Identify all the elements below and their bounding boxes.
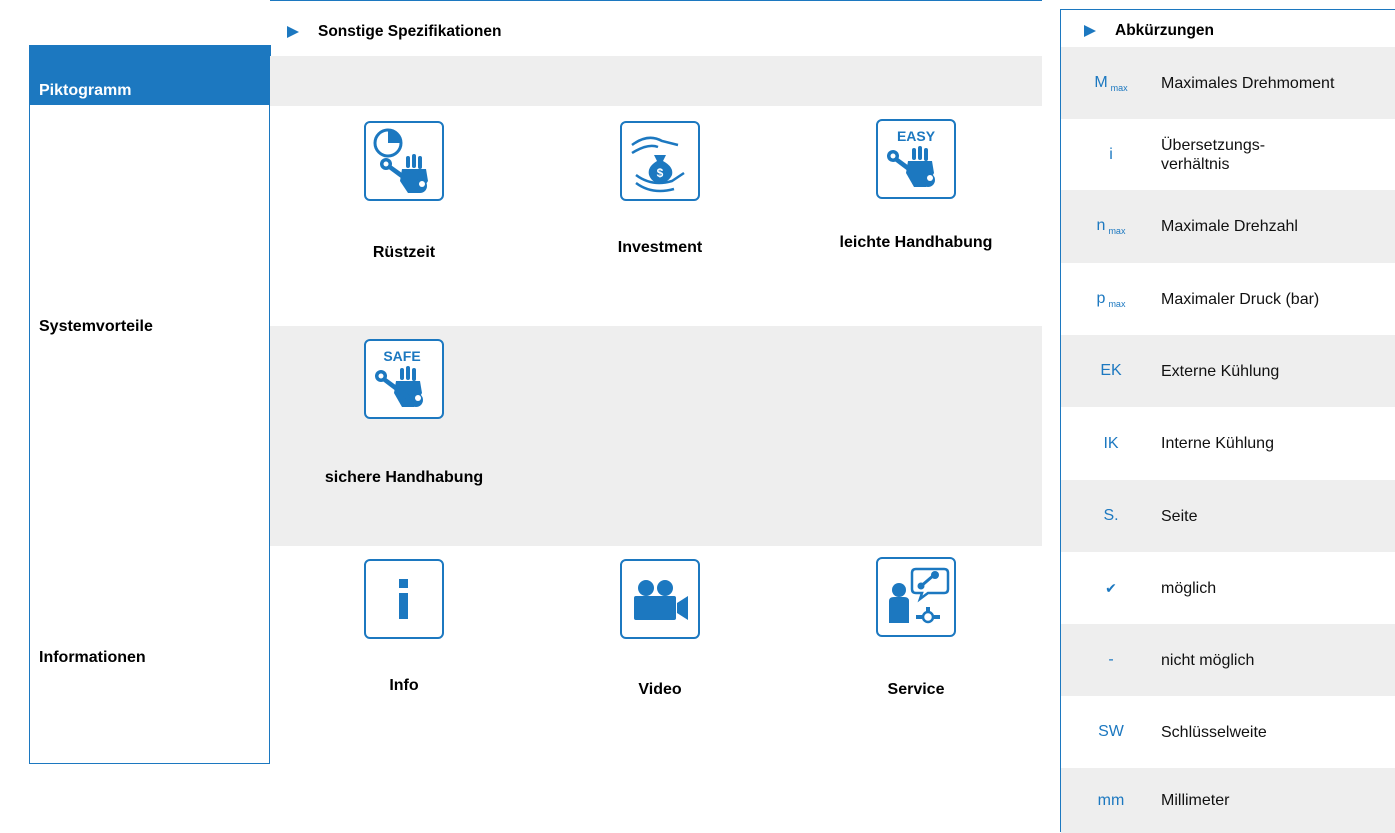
setup-time-icon — [364, 121, 444, 201]
label-ruestzeit: Rüstzeit — [372, 244, 436, 261]
abbr-row-possible: ✔ möglich — [1061, 552, 1395, 624]
abbr-description: Übersetzungs- verhältnis — [1161, 136, 1266, 173]
abbr-symbol: Mmax — [1094, 73, 1128, 93]
picto-video: Video — [575, 559, 745, 699]
picto-investment: $ Investment — [575, 121, 745, 271]
section-title-text: Sonstige Spezifikationen — [318, 23, 502, 40]
triangle-marker-icon — [1084, 25, 1096, 37]
abbr-symbol: - — [1108, 651, 1114, 668]
abbr-description: Maximale Drehzahl — [1161, 218, 1298, 235]
abbr-description: möglich — [1161, 579, 1217, 597]
gray-band-top — [270, 56, 1042, 106]
abbr-symbol: SW — [1098, 723, 1124, 740]
abbr-symbol: i — [1109, 145, 1113, 163]
left-column: Piktogramm Systemvorteile Informationen — [29, 45, 271, 764]
abbr-row-s: S. Seite — [1061, 480, 1395, 552]
abbreviations-title: Abkürzungen — [1084, 22, 1214, 40]
abbr-row-n-max: n max Maximale Drehzahl — [1061, 190, 1395, 263]
label-info: Info — [389, 677, 419, 694]
abbr-description: Externe Kühlung — [1161, 362, 1280, 380]
abbr-row-sw: SW Schlüsselweite — [1061, 696, 1395, 768]
abbr-row-ik: IK Interne Kühlung — [1061, 407, 1395, 480]
abbreviations-panel: Abkürzungen Mmax Maximales Drehmoment i … — [1060, 9, 1395, 833]
abbr-symbol: mm — [1097, 791, 1125, 809]
investment-icon: $ — [620, 121, 700, 201]
abbr-row-m-max: Mmax Maximales Drehmoment — [1061, 47, 1395, 119]
label-investment: Investment — [617, 239, 703, 256]
picto-service: Service — [831, 557, 1001, 698]
svg-text:$: $ — [657, 166, 664, 180]
easy-badge: EASY — [897, 128, 936, 144]
info-icon — [364, 559, 444, 639]
abbr-symbol: S. — [1103, 507, 1119, 524]
abbr-symbol: EK — [1100, 362, 1122, 379]
abbr-description: Millimeter — [1161, 792, 1230, 809]
abbr-row-i: i Übersetzungs- verhältnis — [1061, 119, 1395, 190]
easy-handling-icon: EASY — [876, 119, 956, 199]
abbr-row-not-possible: - nicht möglich — [1061, 624, 1395, 696]
abbr-description: Schlüsselweite — [1161, 723, 1267, 741]
picto-info: Info — [319, 559, 489, 699]
section-title: Sonstige Spezifikationen — [287, 23, 501, 41]
abbr-description: Seite — [1161, 507, 1198, 525]
abbr-symbol: n max — [1096, 217, 1126, 236]
abbr-description: nicht möglich — [1161, 651, 1255, 669]
service-icon — [876, 557, 956, 637]
label-informationen: Informationen — [39, 649, 146, 666]
abbr-row-mm: mm Millimeter — [1061, 768, 1395, 833]
triangle-marker-icon — [287, 26, 299, 38]
label-systemvorteile: Systemvorteile — [39, 318, 153, 335]
abbr-description: Interne Kühlung — [1161, 435, 1274, 452]
abbreviations-title-text: Abkürzungen — [1115, 22, 1215, 39]
picto-leichte-handhabung: EASY leichte Handhabung — [831, 119, 1001, 269]
safe-badge: SAFE — [383, 348, 420, 364]
abbr-symbol: IK — [1103, 434, 1119, 452]
abbr-description: Maximales Drehmoment — [1161, 74, 1335, 92]
center-column: Sonstige Spezifikationen Rüstzeit $ Inve… — [270, 0, 1042, 765]
abbr-row-p-max: p max Maximaler Druck (bar) — [1061, 263, 1395, 335]
picto-sichere-handhabung: SAFE sichere Handhabung — [319, 339, 489, 499]
checkmark-icon: ✔ — [1105, 579, 1117, 596]
header-piktogramm: Piktogramm — [30, 45, 271, 105]
label-leichte-handhabung: leichte Handhabung — [839, 234, 993, 251]
abbr-description: Maximaler Druck (bar) — [1161, 290, 1320, 308]
picto-ruestzeit: Rüstzeit — [319, 121, 489, 271]
safe-handling-icon: SAFE — [364, 339, 444, 419]
label-video: Video — [638, 681, 682, 698]
label-service: Service — [887, 681, 945, 698]
label-sichere-handhabung: sichere Handhabung — [324, 469, 484, 486]
video-camera-icon — [620, 559, 700, 639]
abbr-row-ek: EK Externe Kühlung — [1061, 335, 1395, 407]
abbr-symbol: p max — [1096, 289, 1126, 309]
